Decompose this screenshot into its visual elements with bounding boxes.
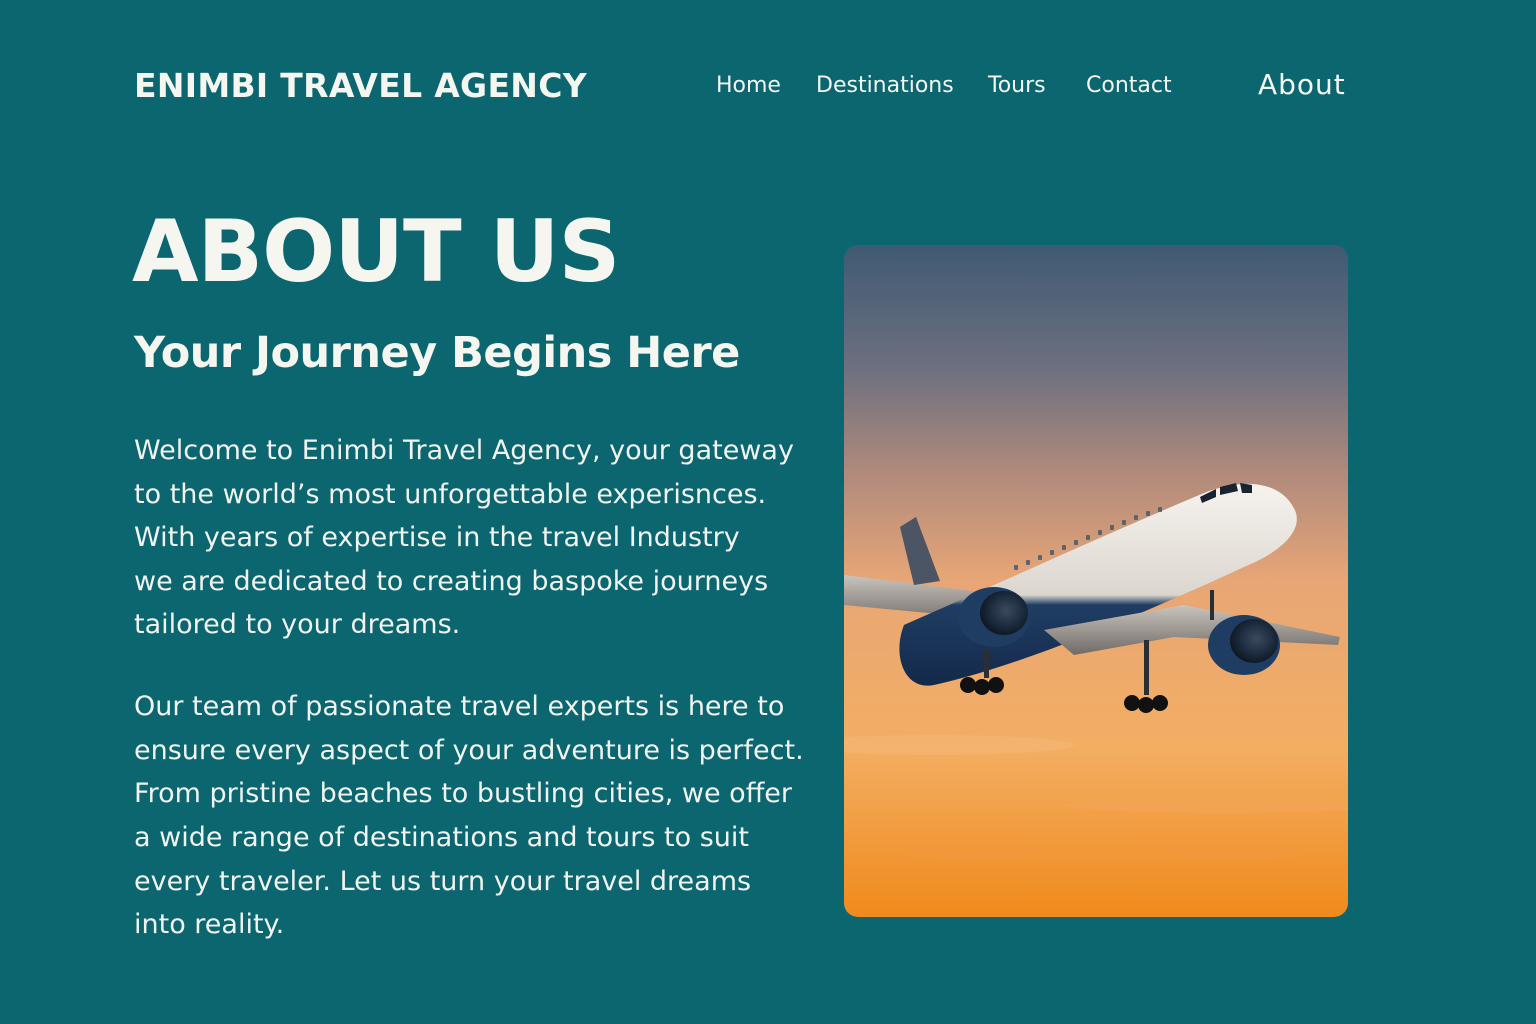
brand-logo-text[interactable]: ENIMBI TRAVEL AGENCY [134,66,587,105]
intro-paragraph-line: tailored to your dreams. [134,609,461,640]
team-paragraph-line: Our team of passionate travel experts is… [134,691,785,722]
nav-home-link[interactable]: Home [716,73,781,98]
team-paragraph-line: a wide range of destinations and tours t… [134,822,749,853]
nav-tours-link[interactable]: Tours [988,73,1046,98]
nav-about-link[interactable]: About [1258,68,1346,101]
nav-destinations-link[interactable]: Destinations [816,73,954,98]
intro-paragraph-line: With years of expertise in the travel In… [134,522,740,553]
page-subtitle: Your Journey Begins Here [134,328,740,378]
intro-paragraph-line: to the world’s most unforgettable experi… [134,479,767,510]
airplane-sunset-photo [844,245,1348,917]
intro-paragraph-line: we are dedicated to creating baspoke jou… [134,566,769,597]
nav-contact-link[interactable]: Contact [1086,73,1172,98]
team-paragraph-line: into reality. [134,909,285,940]
team-paragraph-line: From pristine beaches to bustling cities… [134,778,793,809]
page-title: ABOUT US [132,202,620,302]
team-paragraph-line: every traveler. Let us turn your travel … [134,866,752,897]
intro-paragraph-line: Welcome to Enimbi Travel Agency, your ga… [134,435,794,466]
about-page: ENIMBI TRAVEL AGENCY Home Destinations T… [0,0,1536,1024]
team-paragraph-line: ensure every aspect of your adventure is… [134,735,804,766]
